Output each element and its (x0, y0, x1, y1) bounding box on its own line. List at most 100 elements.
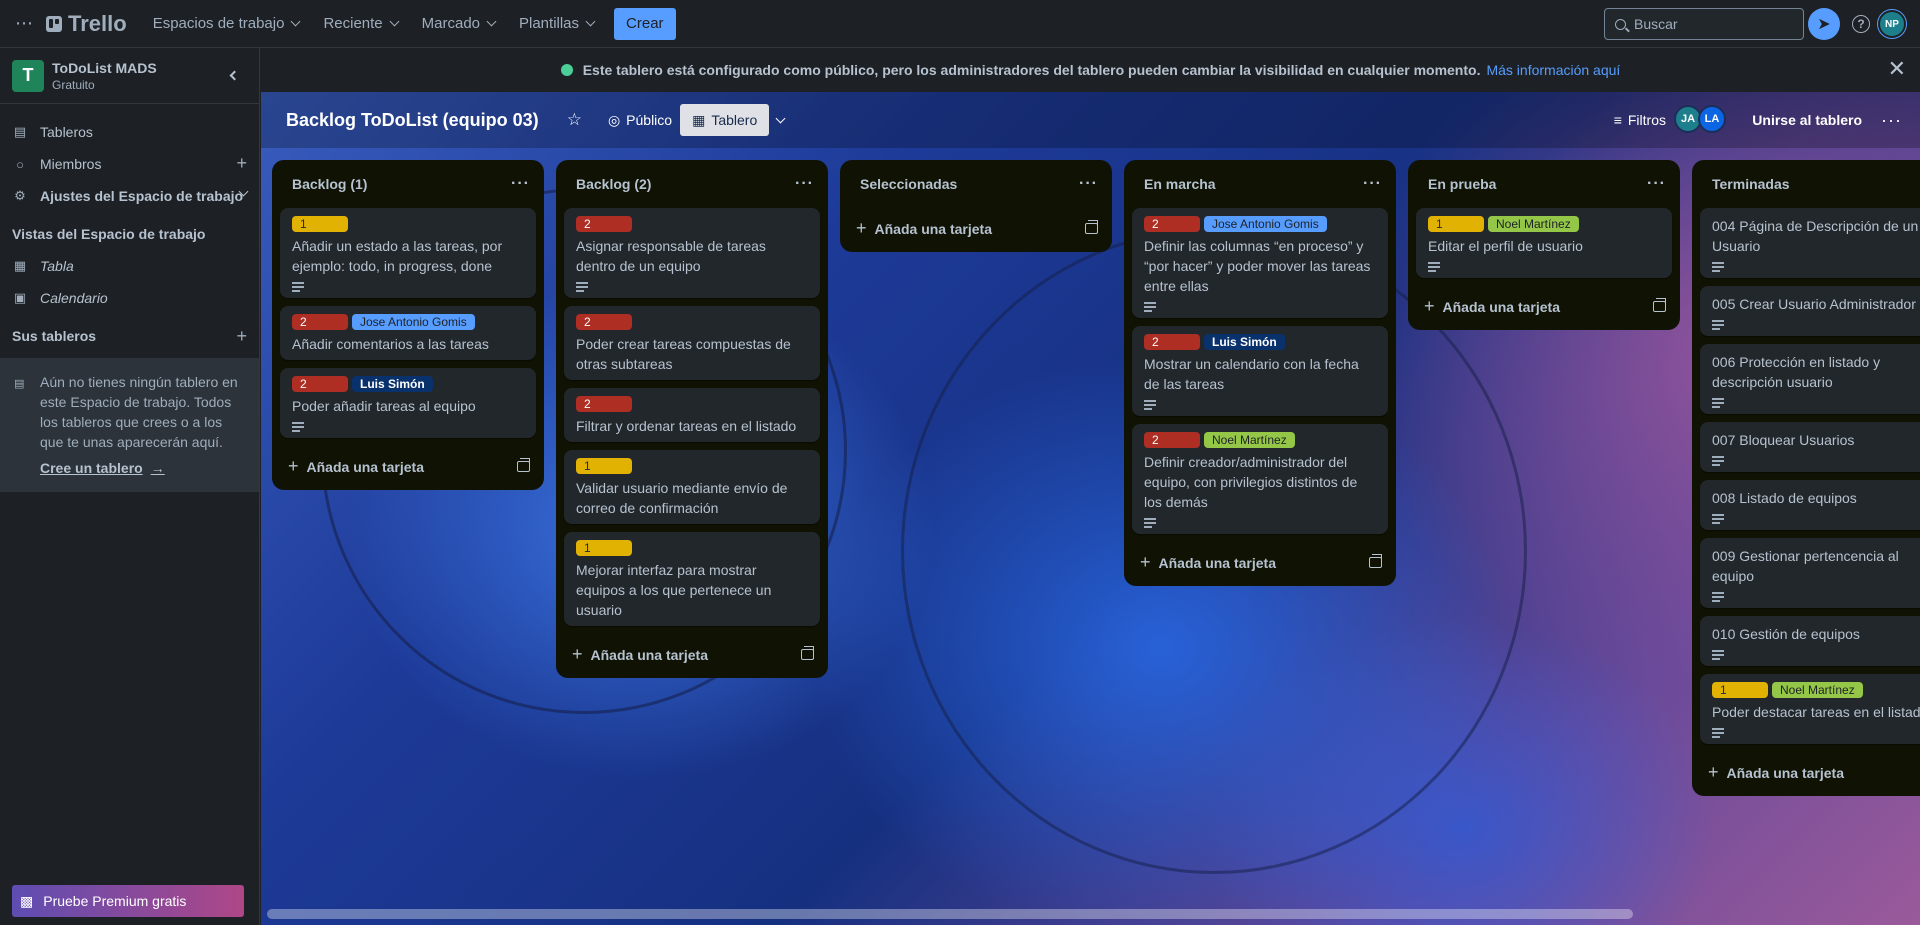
add-card-button[interactable]: + Añada una tarjeta (1408, 286, 1680, 326)
more-menu-icon[interactable]: ··· (1873, 104, 1910, 136)
add-card-button[interactable]: + Añada una tarjeta (1692, 752, 1920, 792)
card-label[interactable]: Noel Martínez (1772, 682, 1863, 698)
card[interactable]: 1 Noel Martínez Editar el perfil de usuari… (1416, 208, 1672, 278)
card-label[interactable]: 1 (576, 540, 632, 556)
create-from-template-icon[interactable] (801, 645, 814, 660)
card[interactable]: 009 Gestionar pertencencia al equipo (1700, 538, 1920, 608)
card[interactable]: 2 Noel Martínez Definir creador/administra… (1132, 424, 1388, 534)
list-menu-icon[interactable]: ··· (1363, 175, 1382, 193)
card[interactable]: 2 Luis Simón Poder añadir tareas al equipo (280, 368, 536, 438)
card-label[interactable]: 2 (1144, 334, 1200, 350)
board-view-button[interactable]: ▦ Tablero (680, 104, 770, 136)
card-label[interactable]: Noel Martínez (1204, 432, 1295, 448)
card-label[interactable]: Jose Antonio Gomis (352, 314, 475, 330)
card-label[interactable]: 2 (292, 376, 348, 392)
card[interactable]: 2 Asignar responsable de tareas dentro de… (564, 208, 820, 298)
card[interactable]: 005 Crear Usuario Administrador (1700, 286, 1920, 336)
create-from-template-icon[interactable] (1653, 297, 1666, 312)
banner-more-info-link[interactable]: Más información aquí (1486, 62, 1620, 78)
sidebar-item-members[interactable]: ○ Miembros + (0, 148, 259, 180)
list-menu-icon[interactable]: ··· (795, 175, 814, 193)
list-header[interactable]: Backlog (2) ··· (556, 160, 828, 208)
list-title[interactable]: En marcha (1144, 176, 1216, 192)
horizontal-scrollbar[interactable] (267, 909, 1633, 919)
card[interactable]: 1 Validar usuario mediante envío de corre… (564, 450, 820, 524)
collapse-sidebar-button[interactable] (219, 62, 247, 90)
list-title[interactable]: Backlog (2) (576, 176, 651, 192)
card-label[interactable]: 2 (1144, 216, 1200, 232)
sidebar-item-calendar[interactable]: ▣ Calendario (0, 282, 259, 314)
card-label[interactable]: Jose Antonio Gomis (1204, 216, 1327, 232)
card[interactable]: 2 Poder crear tareas compuestas de otras … (564, 306, 820, 380)
card[interactable]: 008 Listado de equipos (1700, 480, 1920, 530)
card-label[interactable]: Luis Simón (352, 376, 433, 392)
sidebar-item-boards[interactable]: ▤ Tableros (0, 116, 259, 148)
list-menu-icon[interactable]: ··· (1079, 175, 1098, 193)
avatar[interactable]: LA (1698, 105, 1726, 133)
add-card-button[interactable]: + Añada una tarjeta (556, 634, 828, 674)
list-menu-icon[interactable]: ··· (511, 175, 530, 193)
search-input[interactable]: Buscar (1604, 8, 1804, 40)
trello-logo[interactable]: Trello (46, 11, 127, 37)
nav-templates[interactable]: Plantillas (507, 8, 606, 40)
app-switcher-icon[interactable]: ⋯ (8, 8, 40, 40)
card-label[interactable]: 1 (292, 216, 348, 232)
create-from-template-icon[interactable] (1369, 553, 1382, 568)
card[interactable]: 2 Jose Antonio Gomis Añadir comentarios a … (280, 306, 536, 360)
add-member-icon[interactable]: + (236, 154, 247, 172)
card-label[interactable]: 1 (1712, 682, 1768, 698)
create-from-template-icon[interactable] (1085, 219, 1098, 234)
filters-button[interactable]: ≡ Filtros (1606, 104, 1674, 136)
nav-workspaces[interactable]: Espacios de trabajo (141, 8, 312, 40)
star-icon[interactable]: ☆ (559, 104, 590, 136)
card[interactable]: 1 Noel Martínez Poder destacar tareas en e… (1700, 674, 1920, 744)
add-card-button[interactable]: + Añada una tarjeta (840, 208, 1112, 248)
card-label[interactable]: 2 (576, 396, 632, 412)
card-label[interactable]: 1 (1428, 216, 1484, 232)
list-header[interactable]: Terminadas··· (1692, 160, 1920, 208)
list-title[interactable]: Backlog (1) (292, 176, 367, 192)
card[interactable]: 010 Gestión de equipos (1700, 616, 1920, 666)
help-icon[interactable]: ? (1845, 8, 1877, 40)
list-header[interactable]: En prueba ··· (1408, 160, 1680, 208)
list-header[interactable]: Seleccionadas ··· (840, 160, 1112, 208)
card-label[interactable]: 2 (1144, 432, 1200, 448)
card-label[interactable]: 2 (292, 314, 348, 330)
card[interactable]: 2 Luis Simón Mostrar un calendario con la … (1132, 326, 1388, 416)
list-title[interactable]: Terminadas (1712, 176, 1790, 192)
sidebar-item-settings[interactable]: ⚙ Ajustes del Espacio de trabajo (0, 180, 259, 212)
views-dropdown-button[interactable] (769, 104, 792, 136)
card-label[interactable]: 2 (576, 216, 632, 232)
workspace-name[interactable]: ToDoList MADS (52, 60, 219, 76)
create-from-template-icon[interactable] (517, 457, 530, 472)
add-card-button[interactable]: + Añada una tarjeta (1124, 542, 1396, 582)
list-header[interactable]: En marcha ··· (1124, 160, 1396, 208)
card[interactable]: 004 Página de Descripción de un Usuario (1700, 208, 1920, 278)
close-icon[interactable]: ✕ (1888, 58, 1906, 80)
card-label[interactable]: Noel Martínez (1488, 216, 1579, 232)
card-label[interactable]: Luis Simón (1204, 334, 1285, 350)
nav-recent[interactable]: Reciente (311, 8, 409, 40)
create-button[interactable]: Crear (614, 7, 676, 40)
user-avatar[interactable]: NP (1878, 10, 1906, 38)
card[interactable]: 006 Protección en listado y descripción … (1700, 344, 1920, 414)
card[interactable]: 1 Mejorar interfaz para mostrar equipos a… (564, 532, 820, 626)
card-label[interactable]: 1 (576, 458, 632, 474)
sidebar-item-table[interactable]: ▦ Tabla (0, 250, 259, 282)
card[interactable]: 1 Añadir un estado a las tareas, por ejem… (280, 208, 536, 298)
card[interactable]: 2 Jose Antonio Gomis Definir las columnas … (1132, 208, 1388, 318)
list-title[interactable]: Seleccionadas (860, 176, 957, 192)
add-board-icon[interactable]: + (236, 326, 247, 347)
card[interactable]: 2 Filtrar y ordenar tareas en el listado (564, 388, 820, 442)
board-title[interactable]: Backlog ToDoList (equipo 03) (286, 110, 539, 131)
visibility-button[interactable]: ◎ Público (600, 104, 680, 136)
list-header[interactable]: Backlog (1) ··· (272, 160, 544, 208)
list-menu-icon[interactable]: ··· (1647, 175, 1666, 193)
add-card-button[interactable]: + Añada una tarjeta (272, 446, 544, 486)
card-label[interactable]: 2 (576, 314, 632, 330)
nav-starred[interactable]: Marcado (410, 8, 507, 40)
join-board-button[interactable]: Unirse al tablero (1744, 104, 1870, 136)
try-premium-button[interactable]: ▩ Pruebe Premium gratis (12, 885, 244, 917)
create-board-link[interactable]: Cree un tablero → (40, 458, 165, 478)
rocket-icon[interactable]: ➤ (1808, 8, 1840, 40)
